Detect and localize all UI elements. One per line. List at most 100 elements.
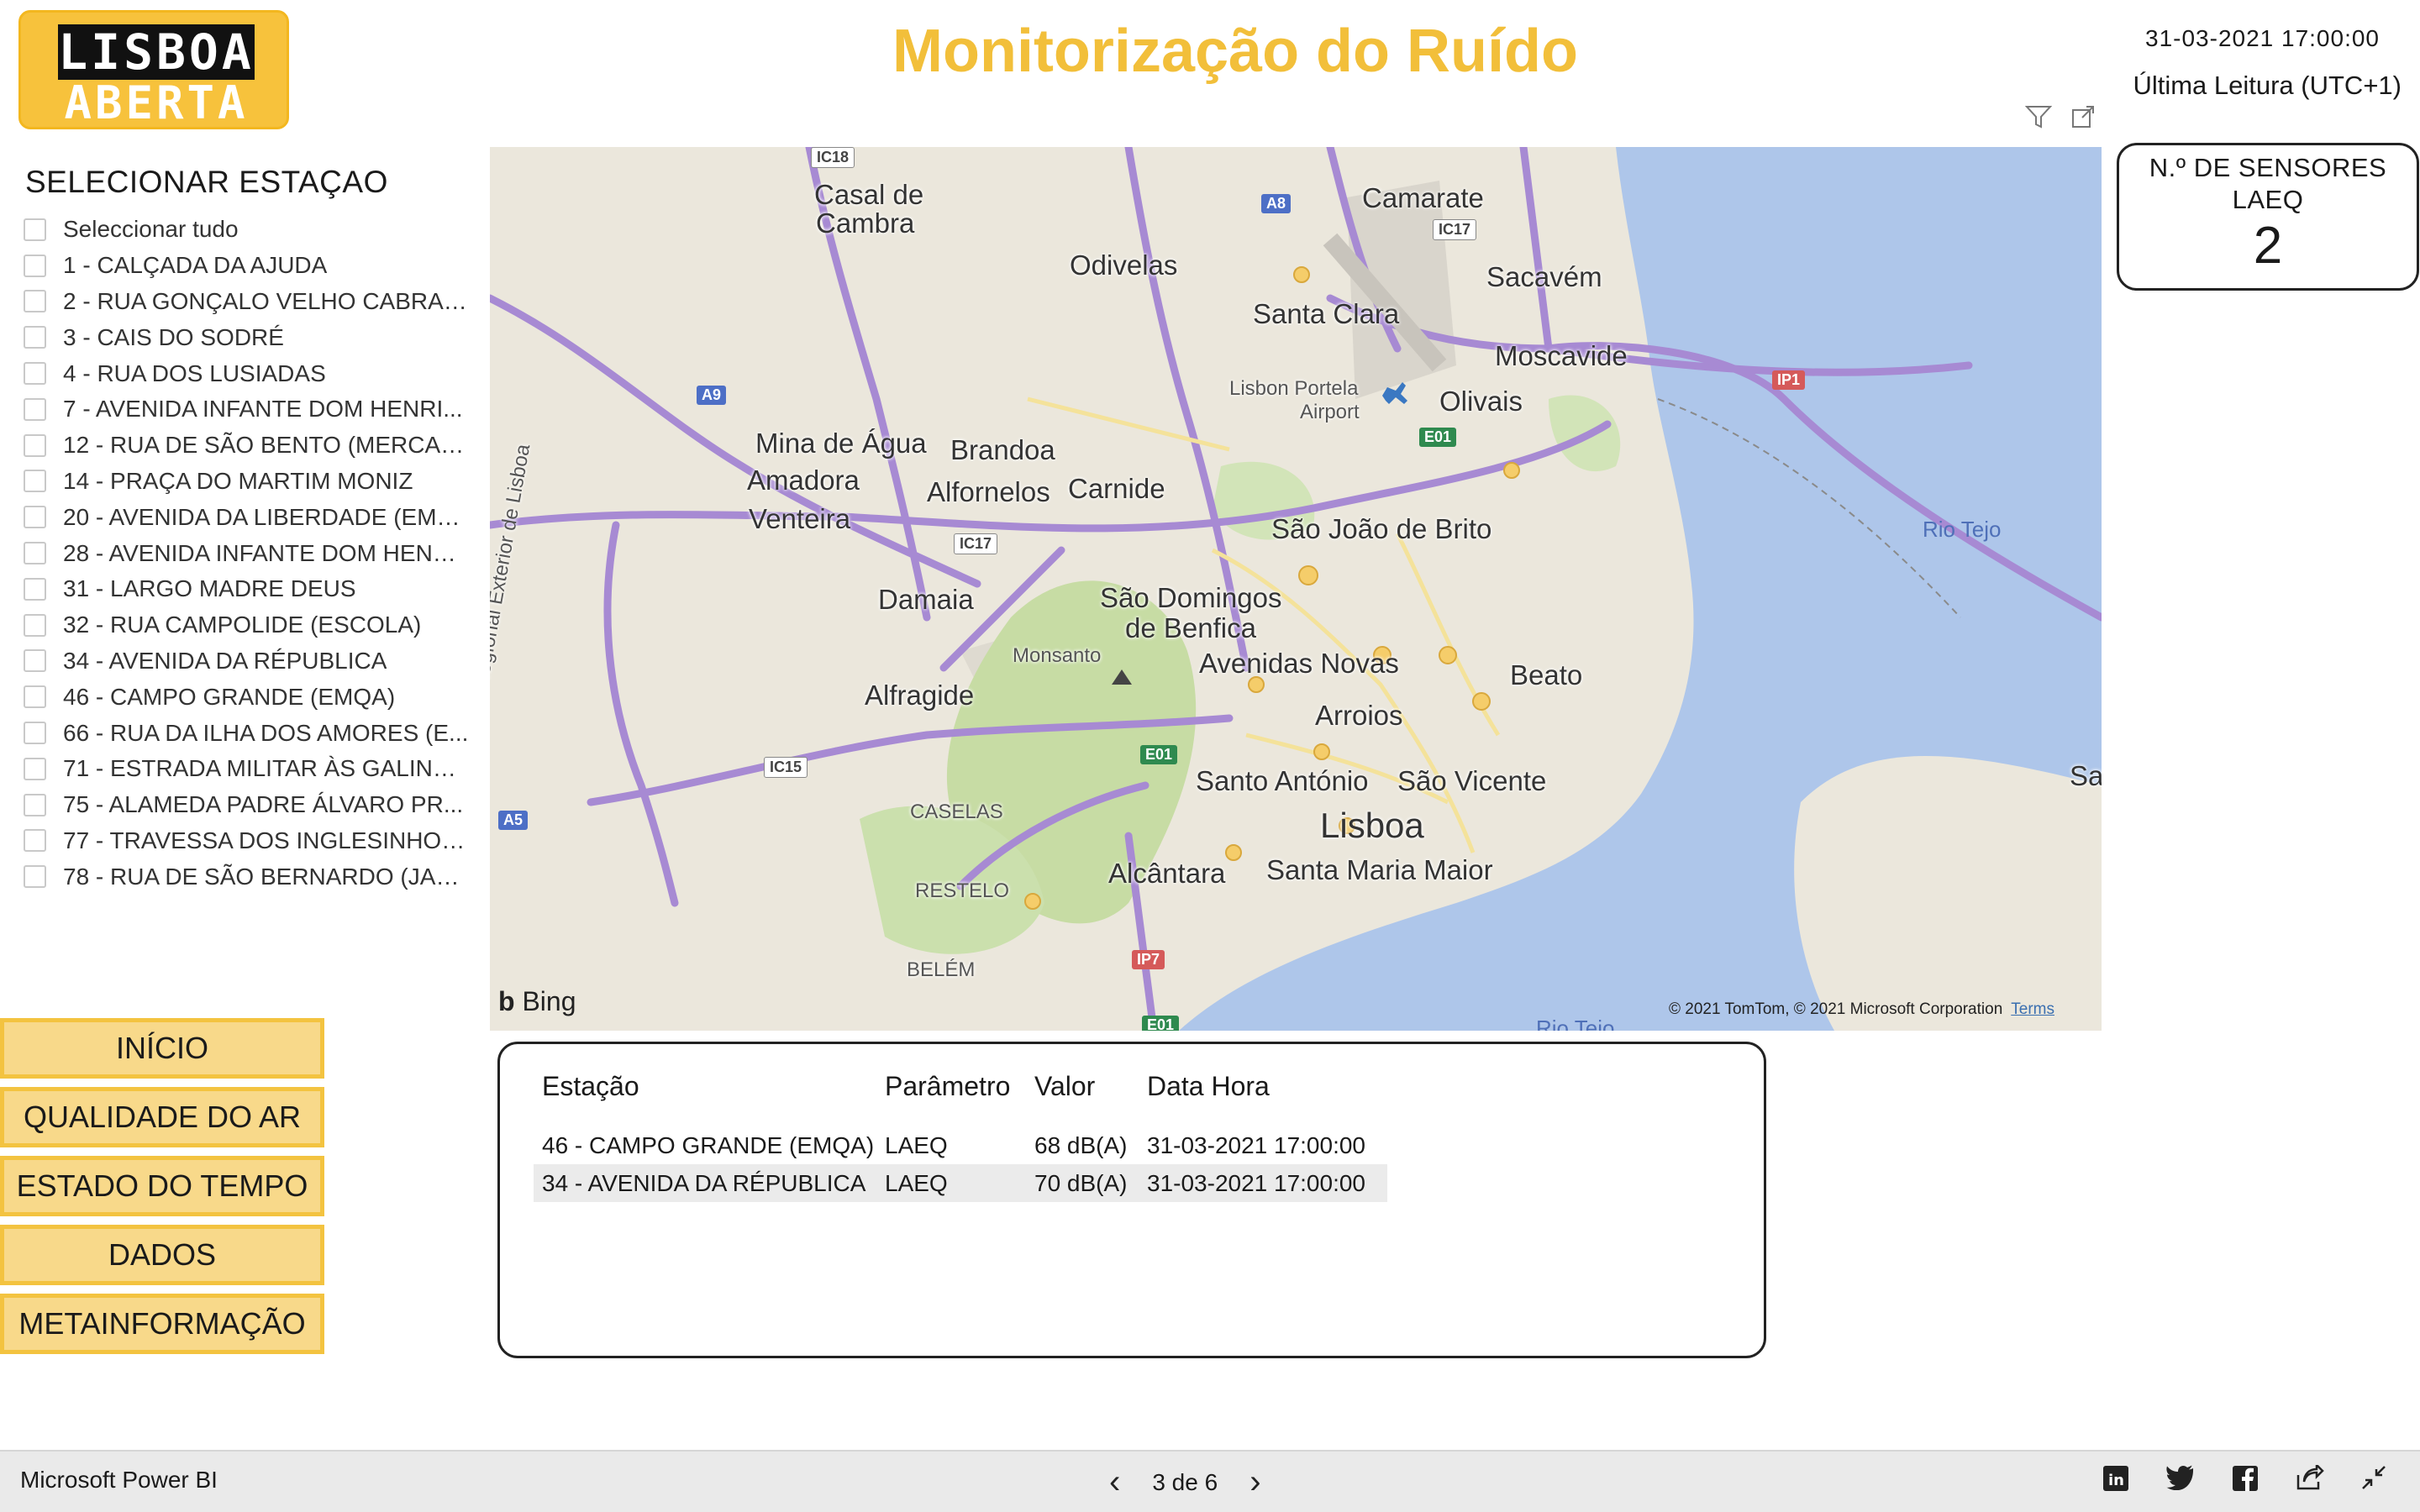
map-label: Monsanto xyxy=(1013,644,1102,667)
slicer-item[interactable]: 7 - AVENIDA INFANTE DOM HENRI... xyxy=(24,391,469,428)
map-label: Amadora xyxy=(747,465,860,496)
nav-button-inicio[interactable]: INÍCIO xyxy=(0,1018,324,1079)
map-label: Alfragide xyxy=(865,680,975,711)
checkbox[interactable] xyxy=(24,649,46,673)
column-header[interactable]: Data Hora xyxy=(1144,1069,1387,1111)
map-label: Arroios xyxy=(1315,700,1403,731)
road-shield: IC17 xyxy=(1433,219,1477,240)
map-label: Lisboa xyxy=(1320,806,1424,845)
slicer-item[interactable]: 34 - AVENIDA DA RÉPUBLICA xyxy=(24,643,469,680)
twitter-icon[interactable] xyxy=(2166,1465,2195,1499)
filter-icon[interactable] xyxy=(2024,104,2053,136)
bing-logo: b Bing xyxy=(498,986,576,1016)
road-shield: A9 xyxy=(697,386,727,405)
slicer-item[interactable]: 3 - CAIS DO SODRÉ xyxy=(24,319,469,355)
map-label: Olivais xyxy=(1439,386,1523,417)
lisboa-aberta-logo: LISBOA ABERTA xyxy=(18,10,289,129)
checkbox[interactable] xyxy=(24,254,46,277)
share-icon[interactable] xyxy=(2296,1462,2324,1499)
checkbox[interactable] xyxy=(24,433,46,457)
nav-button-estado-do-tempo[interactable]: ESTADO DO TEMPO xyxy=(0,1156,324,1216)
checkbox[interactable] xyxy=(24,506,46,529)
checkbox[interactable] xyxy=(24,470,46,493)
svg-text:in: in xyxy=(2108,1472,2124,1489)
map-label: Odivelas xyxy=(1070,249,1178,281)
nav-button-dados[interactable]: DADOS xyxy=(0,1225,324,1285)
slicer-item[interactable]: 78 - RUA DE SÃO BERNARDO (JAR... xyxy=(24,858,469,895)
checkbox[interactable] xyxy=(24,757,46,780)
facebook-icon[interactable] xyxy=(2232,1465,2259,1499)
road-shield: E01 xyxy=(1140,745,1178,764)
linkedin-icon[interactable]: in xyxy=(2102,1465,2129,1499)
table-cell: LAEQ xyxy=(885,1132,948,1158)
column-header[interactable]: Parâmetro xyxy=(881,1069,1031,1111)
last-reading-datetime: 31-03-2021 17:00:00 xyxy=(2145,25,2380,51)
map-label: Santa Maria Maior xyxy=(1266,854,1493,885)
slicer-item[interactable]: 46 - CAMPO GRANDE (EMQA) xyxy=(24,679,469,715)
collapse-icon[interactable] xyxy=(2361,1465,2386,1499)
slicer-item[interactable]: 12 - RUA DE SÃO BENTO (MERCAD... xyxy=(24,428,469,464)
column-header[interactable]: Valor xyxy=(1031,1069,1144,1111)
slicer-item[interactable]: 32 - RUA CAMPOLIDE (ESCOLA) xyxy=(24,607,469,643)
table-row[interactable]: 46 - CAMPO GRANDE (EMQA) LAEQ 68 dB(A) 3… xyxy=(534,1126,1387,1164)
checkbox[interactable] xyxy=(24,722,46,745)
slicer-item[interactable]: 20 - AVENIDA DA LIBERDADE (EMQ... xyxy=(24,499,469,535)
page-indicator: 3 de 6 xyxy=(1152,1468,1218,1495)
column-header[interactable]: Estação xyxy=(534,1069,881,1111)
checkbox[interactable] xyxy=(24,865,46,889)
slicer-item[interactable]: 66 - RUA DA ILHA DOS AMORES (E... xyxy=(24,715,469,751)
slicer-item[interactable]: 77 - TRAVESSA DOS INGLESINHOS ... xyxy=(24,823,469,859)
checkbox[interactable] xyxy=(24,613,46,637)
slicer-item[interactable]: 28 - AVENIDA INFANTE DOM HENR... xyxy=(24,535,469,571)
checkbox[interactable] xyxy=(24,218,46,241)
slicer-item[interactable]: 4 - RUA DOS LUSIADAS xyxy=(24,355,469,391)
map-label: Sacavém xyxy=(1486,261,1602,292)
road-shield: IC17 xyxy=(954,533,998,554)
table-cell: 31-03-2021 17:00:00 xyxy=(1147,1170,1365,1196)
next-page-icon[interactable]: › xyxy=(1249,1463,1260,1501)
checkbox[interactable] xyxy=(24,290,46,313)
nav-button-metainformacao[interactable]: METAINFORMAÇÃO xyxy=(0,1294,324,1354)
checkbox[interactable] xyxy=(24,397,46,421)
checkbox[interactable] xyxy=(24,793,46,816)
nav-button-qualidade-do-ar[interactable]: QUALIDADE DO AR xyxy=(0,1087,324,1147)
powerbi-brand[interactable]: Microsoft Power BI xyxy=(20,1467,218,1494)
previous-page-icon[interactable]: ‹ xyxy=(1109,1463,1120,1501)
map-label: São João de Brito xyxy=(1271,513,1492,544)
map-label: Moscavide xyxy=(1495,340,1628,371)
noise-map[interactable]: Casal de Cambra Camarate Odivelas Sacavé… xyxy=(490,147,2102,1031)
map-label: Lisbon Portela xyxy=(1229,377,1359,400)
slicer-item[interactable]: 2 - RUA GONÇALO VELHO CABRAL... xyxy=(24,284,469,320)
slicer-item[interactable]: 31 - LARGO MADRE DEUS xyxy=(24,571,469,607)
focus-mode-icon[interactable] xyxy=(2070,104,2096,136)
checkbox[interactable] xyxy=(24,326,46,349)
map-label: Beato xyxy=(1510,659,1583,690)
checkbox[interactable] xyxy=(24,829,46,853)
table-header: Estação Parâmetro Valor Data Hora xyxy=(534,1069,1387,1111)
slicer-item[interactable]: 1 - CALÇADA DA AJUDA xyxy=(24,248,469,284)
checkbox[interactable] xyxy=(24,542,46,565)
checkbox[interactable] xyxy=(24,362,46,386)
road-shield: E01 xyxy=(1142,1016,1180,1031)
slicer-item[interactable]: 75 - ALAMEDA PADRE ÁLVARO PR... xyxy=(24,787,469,823)
terms-link[interactable]: Terms xyxy=(2011,1000,2054,1018)
table-cell: 31-03-2021 17:00:00 xyxy=(1147,1132,1365,1158)
checkbox[interactable] xyxy=(24,685,46,709)
map-label: CASELAS xyxy=(910,801,1003,823)
slicer-item[interactable]: 14 - PRAÇA DO MARTIM MONIZ xyxy=(24,464,469,500)
map-label: Sa xyxy=(2070,760,2102,791)
table-cell: LAEQ xyxy=(885,1170,948,1196)
map-label: Carnide xyxy=(1068,473,1165,504)
map-label: Casal de xyxy=(814,179,924,210)
page-navigator: ‹ 3 de 6 › xyxy=(1109,1463,1261,1501)
table-cell: 68 dB(A) xyxy=(1034,1132,1128,1158)
last-reading-label: Última Leitura (UTC+1) xyxy=(2133,71,2402,100)
slicer-item[interactable]: 71 - ESTRADA MILITAR ÀS GALINH... xyxy=(24,751,469,787)
map-label: Damaia xyxy=(878,584,974,615)
table-row[interactable]: 34 - AVENIDA DA RÉPUBLICA LAEQ 70 dB(A) … xyxy=(534,1164,1387,1202)
slicer-item[interactable]: Seleccionar tudo xyxy=(24,212,469,248)
map-label: Camarate xyxy=(1362,182,1484,213)
map-label: Santa Clara xyxy=(1253,298,1400,329)
station-slicer-title: SELECIONAR ESTAÇAO xyxy=(25,165,388,199)
checkbox[interactable] xyxy=(24,577,46,601)
